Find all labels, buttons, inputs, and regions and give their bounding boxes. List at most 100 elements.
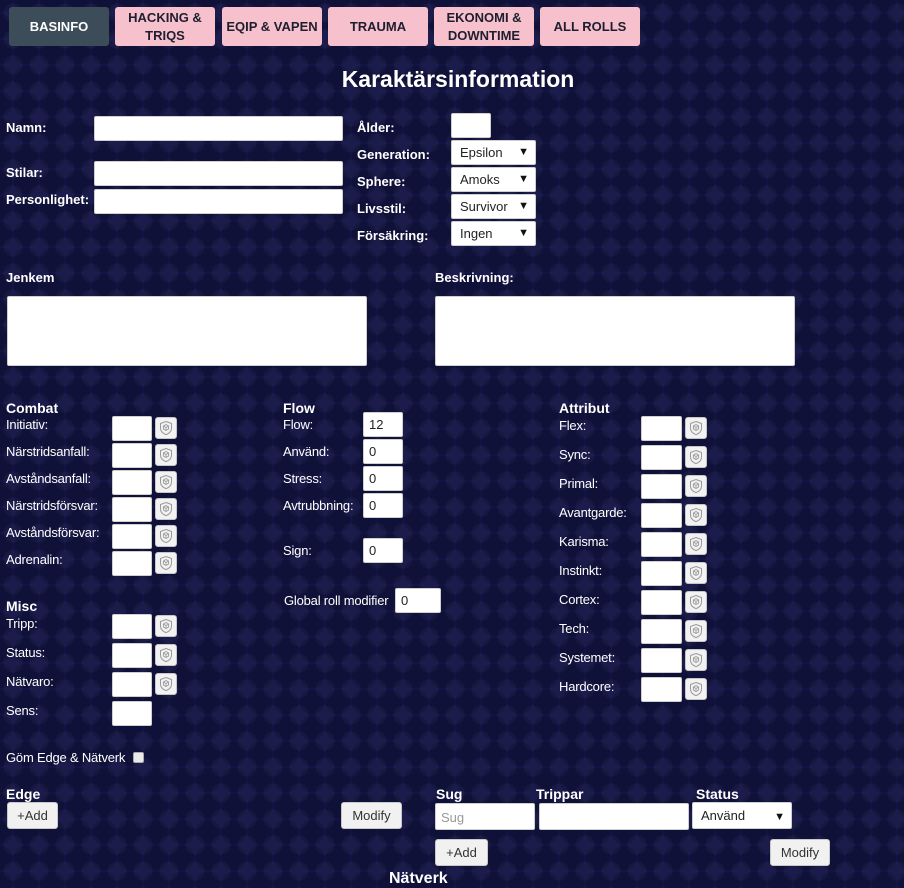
personlighet-input[interactable] [94, 189, 343, 214]
namn-input[interactable] [94, 116, 343, 141]
sphere-label: Sphere: [357, 174, 406, 189]
dice-shield-icon[interactable] [155, 417, 177, 439]
stilar-input[interactable] [94, 161, 343, 186]
tab-all-rolls[interactable]: ALL ROLLS [540, 7, 640, 46]
combat-row-input[interactable] [112, 443, 152, 468]
edge-add-button[interactable]: +Add [7, 802, 58, 829]
combat-row-input[interactable] [112, 416, 152, 441]
attribut-row-input[interactable] [641, 532, 682, 557]
flow-row-label: Sign: [283, 543, 312, 558]
livsstil-select[interactable]: Survivor ▼ [451, 194, 536, 219]
generation-label: Generation: [357, 147, 430, 162]
edge-modify-button[interactable]: Modify [341, 802, 402, 829]
attribut-row-input[interactable] [641, 619, 682, 644]
trippar-input[interactable] [539, 803, 689, 830]
misc-row-input[interactable] [112, 672, 152, 697]
combat-row-label: Avståndsanfall: [6, 471, 91, 486]
status-header: Status [696, 786, 739, 802]
combat-row-input[interactable] [112, 470, 152, 495]
attribut-row-input[interactable] [641, 677, 682, 702]
dice-shield-icon[interactable] [685, 504, 707, 526]
dice-shield-icon[interactable] [155, 471, 177, 493]
flow-row-input[interactable]: 12 [363, 412, 403, 437]
sug-modify-button[interactable]: Modify [770, 839, 830, 866]
attribut-row-input[interactable] [641, 416, 682, 441]
attribut-row-input[interactable] [641, 474, 682, 499]
combat-title: Combat [6, 400, 59, 416]
misc-row-label: Status: [6, 645, 46, 660]
generation-select[interactable]: Epsilon ▼ [451, 140, 536, 165]
flow-row-input[interactable]: 0 [363, 466, 403, 491]
flow-row-label: Flow: [283, 417, 314, 432]
misc-title: Misc [6, 598, 38, 614]
dice-shield-icon[interactable] [155, 444, 177, 466]
attribut-row-input[interactable] [641, 445, 682, 470]
natverk-title: Nätverk [389, 870, 448, 887]
dice-shield-icon[interactable] [155, 498, 177, 520]
jenkem-textarea[interactable] [7, 296, 367, 366]
caret-down-icon: ▼ [774, 811, 785, 823]
jenkem-label: Jenkem [6, 270, 55, 285]
dice-shield-icon[interactable] [155, 552, 177, 574]
misc-row-label: Nätvaro: [6, 674, 54, 689]
attribut-row-label: Primal: [559, 476, 599, 491]
tab-basinfo[interactable]: BASINFO [9, 7, 109, 46]
sug-input[interactable]: Sug [435, 803, 535, 830]
misc-row-input[interactable] [112, 701, 152, 726]
status-value: Använd [701, 808, 746, 823]
tab-hacking-triqs[interactable]: HACKING & TRIQS [115, 7, 215, 46]
combat-row-input[interactable] [112, 551, 152, 576]
dice-shield-icon[interactable] [685, 649, 707, 671]
dice-shield-icon[interactable] [155, 525, 177, 547]
tab-eqip-vapen[interactable]: EQIP & VAPEN [222, 7, 322, 46]
attribut-row-input[interactable] [641, 503, 682, 528]
beskrivning-label: Beskrivning: [435, 270, 514, 285]
sug-header: Sug [436, 786, 463, 802]
combat-row-input[interactable] [112, 497, 152, 522]
misc-row-label: Tripp: [6, 616, 38, 631]
attribut-row-label: Tech: [559, 621, 590, 636]
gom-edge-natverk-label: Göm Edge & Nätverk [6, 750, 126, 765]
combat-row-input[interactable] [112, 524, 152, 549]
dice-shield-icon[interactable] [685, 533, 707, 555]
sug-add-button[interactable]: +Add [435, 839, 488, 866]
dice-shield-icon[interactable] [685, 446, 707, 468]
combat-row-label: Närstridsanfall: [6, 444, 90, 459]
attribut-row-input[interactable] [641, 590, 682, 615]
status-select[interactable]: Använd ▼ [692, 802, 792, 829]
tab-ekonomi-downtime[interactable]: EKONOMI & DOWNTIME [434, 7, 534, 46]
tab-trauma[interactable]: TRAUMA [328, 7, 428, 46]
gom-edge-natverk-checkbox[interactable] [133, 752, 144, 763]
caret-down-icon: ▼ [518, 227, 529, 239]
sphere-select[interactable]: Amoks ▼ [451, 167, 536, 192]
dice-shield-icon[interactable] [685, 475, 707, 497]
flow-row-input[interactable]: 0 [363, 493, 403, 518]
flow-row-input[interactable]: 0 [363, 439, 403, 464]
dice-shield-icon[interactable] [685, 591, 707, 613]
generation-value: Epsilon [460, 145, 503, 160]
global-roll-modifier-label: Global roll modifier [284, 593, 389, 608]
forsakring-select[interactable]: Ingen ▼ [451, 221, 536, 246]
beskrivning-textarea[interactable] [435, 296, 795, 366]
dice-shield-icon[interactable] [155, 615, 177, 637]
misc-row-input[interactable] [112, 643, 152, 668]
dice-shield-icon[interactable] [685, 562, 707, 584]
attribut-row-label: Hardcore: [559, 679, 615, 694]
combat-row-label: Avståndsförsvar: [6, 525, 100, 540]
flow-row-input[interactable]: 0 [363, 538, 403, 563]
attribut-row-label: Avantgarde: [559, 505, 627, 520]
dice-shield-icon[interactable] [685, 678, 707, 700]
alder-input[interactable] [451, 113, 491, 138]
dice-shield-icon[interactable] [685, 620, 707, 642]
flow-title: Flow [283, 400, 315, 416]
misc-row-input[interactable] [112, 614, 152, 639]
attribut-row-input[interactable] [641, 561, 682, 586]
dice-shield-icon[interactable] [155, 673, 177, 695]
global-roll-modifier-input[interactable]: 0 [395, 588, 441, 613]
attribut-row-input[interactable] [641, 648, 682, 673]
dice-shield-icon[interactable] [685, 417, 707, 439]
flow-row-label: Avtrubbning: [283, 498, 354, 513]
dice-shield-icon[interactable] [155, 644, 177, 666]
attribut-row-label: Systemet: [559, 650, 615, 665]
attribut-row-label: Karisma: [559, 534, 609, 549]
